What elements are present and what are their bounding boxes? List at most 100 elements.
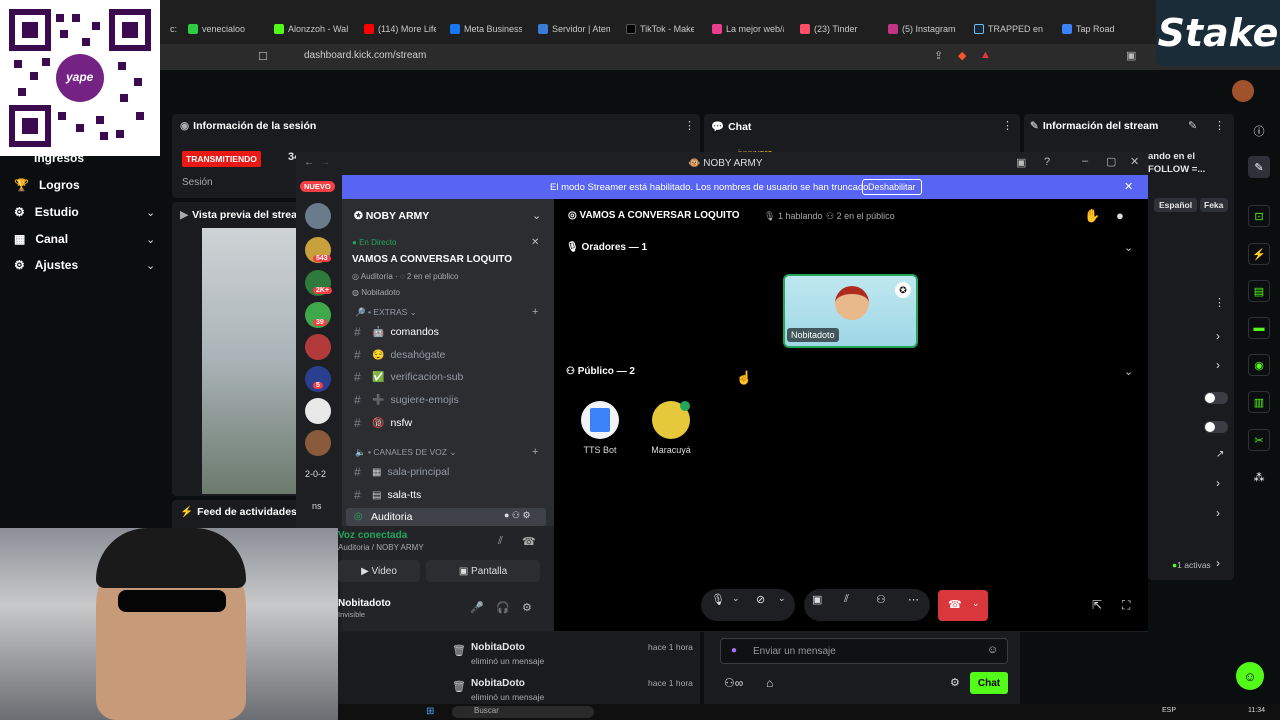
back-arrow-icon[interactable]: ← (304, 157, 314, 168)
disconnect-icon[interactable]: ☎ (522, 535, 536, 548)
url-text[interactable]: dashboard.kick.com/stream (304, 50, 426, 61)
pencil-icon[interactable]: ✎ (1248, 156, 1270, 178)
screen-share-button[interactable]: ▣ Pantalla (426, 560, 540, 582)
close-icon[interactable]: ✕ (1130, 155, 1139, 168)
chevron-down-icon[interactable]: ⌄ (778, 593, 786, 604)
channel-item[interactable]: # ➕ sugiere-emojis (354, 393, 459, 407)
chat-bubble-icon[interactable]: ▬ (1248, 317, 1270, 339)
help-chat-icon[interactable]: ☺ (1236, 662, 1264, 690)
browser-tab[interactable]: La mejor web/a (712, 20, 784, 38)
maximize-icon[interactable]: ▢ (1106, 155, 1116, 168)
chevron-right-icon[interactable]: › (1216, 329, 1220, 343)
forward-arrow-icon[interactable]: → (320, 157, 330, 168)
channel-item[interactable]: # ▦ sala-principal (354, 465, 449, 479)
voice-status-title[interactable]: Voz conectada (338, 530, 407, 541)
server-icon[interactable] (305, 398, 331, 424)
close-icon[interactable]: ✕ (1124, 180, 1133, 193)
browser-tab[interactable]: venecialoo (188, 20, 258, 38)
nav-item-estudio[interactable]: ⚙ Estudio (14, 205, 79, 219)
nav-item-canal[interactable]: ▦ Canal (14, 232, 68, 246)
stage-channel-item[interactable]: ◎ Auditoria ● ⚇ ⚙ (346, 508, 546, 526)
audience-avatar[interactable] (652, 401, 690, 439)
chat-input[interactable]: ● Enviar un mensaje ☺ (720, 638, 1008, 664)
more-icon[interactable]: ⋮ (1214, 119, 1225, 132)
user-name[interactable]: Nobitadoto (338, 598, 391, 609)
layout-icon[interactable]: ▥ (1248, 391, 1270, 413)
chevron-down-icon[interactable]: ⌄ (146, 206, 155, 219)
gear-icon[interactable]: ⚙ (522, 601, 532, 614)
avatar[interactable] (1232, 80, 1254, 102)
channel-item[interactable]: # 🤖 comandos (354, 325, 439, 339)
language-indicator[interactable]: ESP (1162, 707, 1176, 714)
brave-shield-icon[interactable]: ◆ (958, 49, 966, 62)
channel-actions-icon[interactable]: ● ⚇ ⚙ (504, 510, 531, 521)
channel-item[interactable]: # 😌 desahógate (354, 348, 445, 362)
server-icon[interactable] (305, 430, 331, 456)
chevron-right-icon[interactable]: › (1216, 476, 1220, 490)
more-icon[interactable]: ⋮ (684, 119, 695, 132)
close-icon[interactable]: ✕ (531, 237, 539, 248)
browser-tab[interactable]: Meta Business (450, 20, 522, 38)
server-icon[interactable] (305, 203, 331, 229)
noise-suppression-icon[interactable]: ⫽ (498, 535, 503, 548)
server-folder-label[interactable]: ns (312, 501, 322, 511)
more-icon[interactable]: ⋯ (908, 593, 919, 606)
chevron-down-icon[interactable]: ⌄ (1124, 365, 1133, 378)
disable-streamer-button[interactable]: Deshabilitar (862, 179, 922, 195)
mic-icon[interactable]: 🎤 (470, 601, 484, 614)
toggle-switch[interactable] (1204, 392, 1228, 404)
camera-off-icon[interactable]: ⊘ (756, 593, 765, 606)
deafen-icon[interactable]: ⫽ (844, 593, 849, 606)
gear-icon[interactable]: ⚙ (950, 676, 960, 689)
tag-chip[interactable]: Español (1154, 198, 1198, 212)
bookmark-icon[interactable]: ☐ (258, 50, 268, 63)
chevron-down-icon[interactable]: ⌄ (732, 593, 740, 604)
browser-tab[interactable]: Alonzzoh - Wal (274, 20, 354, 38)
tag-chip[interactable]: Feka (1200, 198, 1228, 212)
voice-status-location[interactable]: Auditoria / NOBY ARMY (338, 543, 424, 552)
pop-out-icon[interactable]: ⇱ (1092, 598, 1102, 612)
taskbar-search[interactable]: Buscar (452, 706, 594, 718)
category-voice[interactable]: 🔈 • CANALES DE VOZ ⌄ (355, 447, 456, 458)
browser-tab[interactable]: Servidor | Atem (538, 20, 610, 38)
external-link-icon[interactable]: ↗ (1216, 449, 1224, 460)
add-channel-icon[interactable]: + (532, 446, 538, 458)
browser-tab[interactable]: (114) More Life (364, 20, 436, 38)
add-channel-icon[interactable]: + (532, 306, 538, 318)
leave-stage-button[interactable]: ☎ ⌄ (938, 590, 988, 621)
chevron-down-icon[interactable]: ⌄ (146, 233, 155, 246)
chevron-down-icon[interactable]: ⌄ (532, 209, 541, 222)
windows-start-icon[interactable]: ⊞ (426, 706, 434, 717)
chevron-right-icon[interactable]: › (1216, 506, 1220, 520)
fullscreen-icon[interactable]: ⛶ (1122, 598, 1130, 613)
info-icon[interactable]: ⓘ (1248, 120, 1270, 142)
users-icon[interactable]: ⚇∞ (724, 676, 743, 690)
audience-section[interactable]: ⚇ Público — 2 (566, 366, 635, 377)
chevron-down-icon[interactable]: ⌄ (1124, 241, 1133, 254)
event-title[interactable]: VAMOS A CONVERSAR LOQUITO (352, 254, 512, 265)
toggle-switch[interactable] (1204, 421, 1228, 433)
rewards-icon[interactable]: ▲ (980, 49, 991, 61)
speakers-section[interactable]: 🎙 Oradores — 1 (566, 242, 647, 253)
channel-item[interactable]: # 🔞 nsfw (354, 416, 412, 430)
browser-tab[interactable]: (5) Instagram (888, 20, 960, 38)
more-icon[interactable]: ⋮ (1002, 119, 1013, 132)
chevron-right-icon[interactable]: › (1216, 358, 1220, 372)
chevron-down-icon[interactable]: ⌄ (146, 259, 155, 272)
move-audience-icon[interactable]: ⚇ (876, 593, 886, 606)
more-icon[interactable]: ⋮ (1214, 296, 1225, 309)
pencil-icon[interactable]: ✎ (1188, 119, 1197, 132)
broadcast-icon[interactable]: ◉ (1248, 354, 1270, 376)
stream-preview-image[interactable] (202, 228, 298, 494)
chevron-right-icon[interactable]: › (1216, 556, 1220, 570)
help-icon[interactable]: ? (1044, 156, 1050, 168)
server-icon[interactable] (305, 334, 331, 360)
channel-item[interactable]: # ✅ verificacion-sub (354, 370, 463, 384)
notifications-icon[interactable]: ● (1116, 208, 1124, 223)
target-icon[interactable]: ⊡ (1248, 205, 1270, 227)
nav-item-logros[interactable]: 🏆 Logros (14, 178, 80, 192)
headphones-icon[interactable]: 🎧 (496, 601, 510, 614)
audience-avatar[interactable] (581, 401, 619, 439)
connections-icon[interactable]: ⁂ (1248, 466, 1270, 488)
server-header[interactable]: ✪ NOBY ARMY (354, 210, 429, 222)
